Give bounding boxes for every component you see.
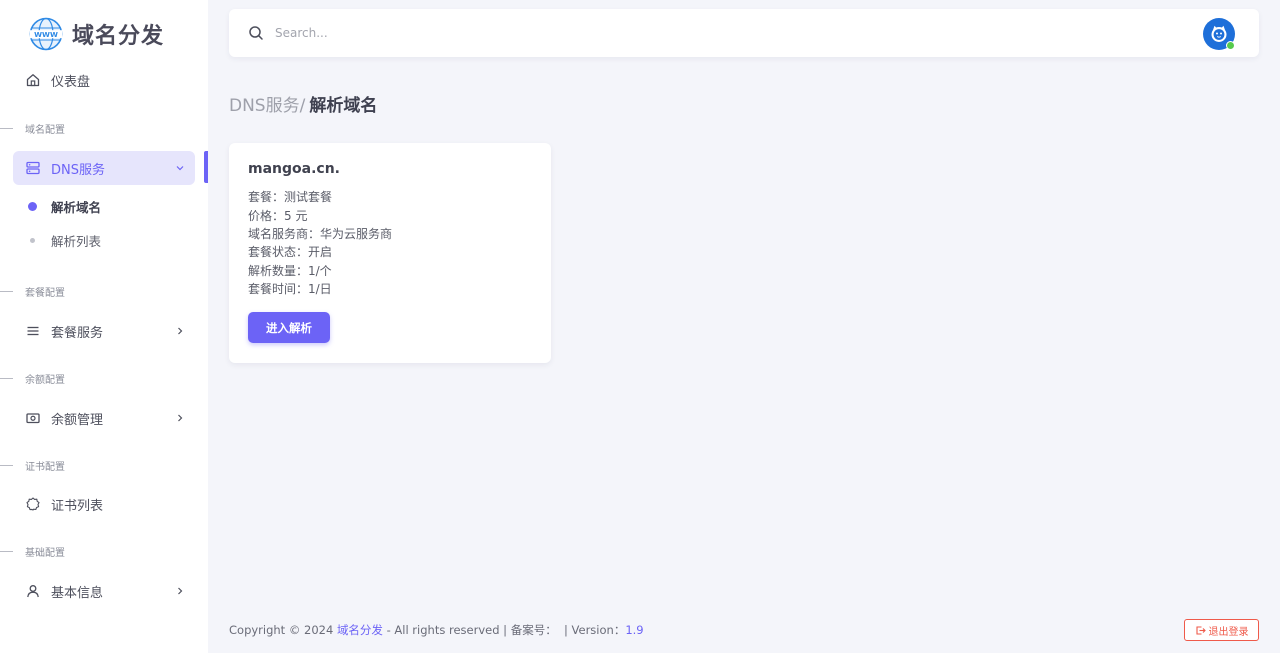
- chevron-down-icon: [176, 166, 184, 171]
- section-header-basic: 基础配置: [0, 544, 65, 559]
- page-title: 解析域名: [309, 96, 378, 116]
- sidebar-item-cert[interactable]: 证书列表: [13, 487, 195, 521]
- copyright-text: Copyright © 2024: [229, 623, 337, 637]
- section-title: 域名配置: [25, 124, 65, 136]
- sidebar-item-dashboard[interactable]: 仪表盘: [13, 63, 195, 97]
- sidebar-subitem-resolve-list[interactable]: 解析列表: [27, 230, 101, 250]
- enter-resolve-button[interactable]: 进入解析: [248, 312, 330, 343]
- version-number: 1.9: [625, 623, 644, 637]
- section-header-domain: 域名配置: [0, 121, 65, 136]
- top-bar: [229, 9, 1259, 57]
- footer: Copyright © 2024 域名分发 - All rights reser…: [229, 622, 644, 638]
- sidebar-item-profile[interactable]: 基本信息: [13, 574, 195, 608]
- footer-rights-text: - All rights reserved | 备案号： | Version：: [382, 623, 626, 637]
- list-icon: [27, 326, 39, 336]
- section-title: 余额配置: [25, 374, 65, 386]
- online-status-dot: [1226, 41, 1235, 50]
- section-title: 基础配置: [25, 547, 65, 559]
- sidebar-subitem-resolve-domain[interactable]: 解析域名: [27, 196, 101, 216]
- sidebar-item-balance[interactable]: 余额管理: [13, 401, 195, 435]
- brand-name: 域名分发: [72, 24, 165, 49]
- domain-name: mangoa.cn.: [248, 161, 340, 177]
- sidebar-item-label: 仪表盘: [51, 74, 91, 90]
- quota-line: 解析数量：1/个: [248, 264, 332, 278]
- section-header-package: 套餐配置: [0, 284, 65, 299]
- avatar[interactable]: [1203, 18, 1235, 50]
- breadcrumb: DNS服务 / 解析域名: [229, 91, 378, 116]
- svg-text:WWW: WWW: [34, 30, 58, 39]
- divider: [0, 464, 13, 466]
- price-line: 价格：5 元: [248, 209, 308, 223]
- duration-line: 套餐时间：1/日: [248, 282, 332, 296]
- breadcrumb-separator: /: [299, 96, 306, 116]
- package-line: 套餐：测试套餐: [248, 190, 333, 204]
- bullet-dot: [30, 237, 35, 243]
- sidebar-item-dns[interactable]: DNS服务: [13, 151, 195, 185]
- bullet-dot: [28, 201, 37, 211]
- divider: [0, 290, 13, 292]
- active-indicator: [204, 151, 208, 183]
- sidebar-item-label: 套餐服务: [51, 325, 104, 341]
- home-icon: [26, 74, 40, 87]
- chevron-right-icon: [178, 327, 183, 335]
- divider: [0, 127, 13, 129]
- www-globe-icon: WWW: [29, 17, 63, 51]
- server-icon: [26, 161, 40, 175]
- sidebar-item-label: DNS服务: [51, 162, 105, 178]
- sidebar-item-package[interactable]: 套餐服务: [13, 314, 195, 348]
- sidebar: WWW 域名分发 仪表盘 域名配置 DNS服务 解析域名 解析列表 套餐配置 套…: [0, 0, 208, 653]
- domain-card: mangoa.cn. 套餐：测试套餐 价格：5 元 域名服务商：华为云服务商 套…: [229, 143, 551, 363]
- section-title: 套餐配置: [25, 287, 65, 299]
- status-line: 套餐状态：开启: [248, 245, 333, 259]
- sidebar-item-label: 基本信息: [51, 585, 104, 601]
- search-input[interactable]: [275, 21, 675, 45]
- footer-brand-link[interactable]: 域名分发: [337, 622, 383, 638]
- section-title: 证书配置: [25, 461, 65, 473]
- sidebar-item-label: 余额管理: [51, 412, 104, 428]
- breadcrumb-parent[interactable]: DNS服务: [229, 91, 300, 116]
- divider: [0, 377, 13, 379]
- user-icon: [27, 585, 39, 598]
- section-header-cert: 证书配置: [0, 458, 65, 473]
- search-icon[interactable]: [248, 25, 264, 41]
- chevron-right-icon: [178, 587, 183, 595]
- section-header-balance: 余额配置: [0, 371, 65, 386]
- sidebar-item-label: 证书列表: [51, 498, 104, 514]
- chevron-right-icon: [178, 414, 183, 422]
- provider-line: 域名服务商：华为云服务商: [248, 227, 393, 241]
- subitem-label: 解析列表: [51, 233, 102, 249]
- divider: [0, 550, 13, 552]
- cat-avatar-icon: [1211, 25, 1227, 42]
- logout-button[interactable]: 退出登录: [1184, 619, 1259, 641]
- brand[interactable]: WWW 域名分发: [29, 16, 164, 52]
- badge-icon: [26, 497, 40, 511]
- logout-icon: [1195, 625, 1206, 635]
- logout-label: 退出登录: [1208, 626, 1249, 638]
- cash-icon: [26, 413, 40, 424]
- subitem-label: 解析域名: [51, 199, 102, 215]
